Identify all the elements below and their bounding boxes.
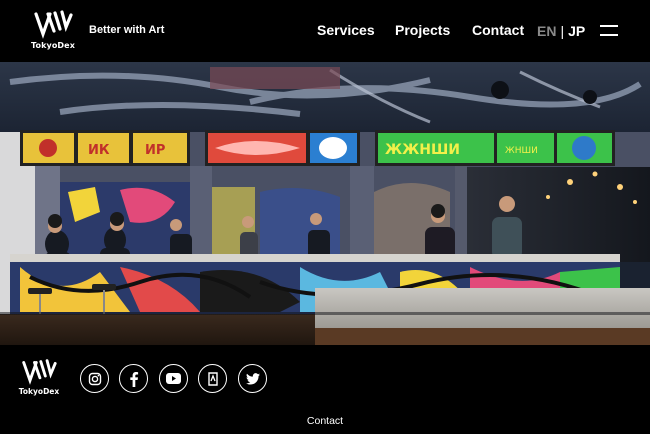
- footer-logo-mark-icon: [22, 359, 57, 385]
- tagline: Better with Art: [89, 24, 165, 36]
- nav-projects-link[interactable]: Projects: [395, 22, 450, 38]
- logo-mark-icon: [34, 10, 73, 39]
- menu-line-bottom: [600, 34, 618, 36]
- footer-tokyodex-logo[interactable]: TokyoDex: [18, 358, 60, 400]
- youtube-icon[interactable]: [159, 364, 188, 393]
- lang-jp-link[interactable]: JP: [568, 23, 585, 39]
- twitter-icon[interactable]: [238, 364, 267, 393]
- tokyodex-logo[interactable]: TokyoDex: [30, 9, 76, 53]
- hamburger-menu-icon[interactable]: [600, 23, 618, 37]
- svg-text:ЖЖНШИ: ЖЖНШИ: [385, 142, 460, 158]
- site-footer: TokyoDex Contact: [0, 345, 650, 434]
- footer-contact-link[interactable]: Contact: [0, 415, 650, 427]
- nav-services-link[interactable]: Services: [317, 22, 375, 38]
- site-header: TokyoDex Better with Art Services Projec…: [0, 0, 650, 62]
- hero-image: ИК ИР ЖЖНШИ ЖНШИ: [0, 62, 650, 345]
- logo-wordmark: TokyoDex: [31, 41, 75, 50]
- footer-logo-wordmark: TokyoDex: [18, 387, 60, 396]
- svg-text:ЖНШИ: ЖНШИ: [505, 146, 538, 156]
- svg-text:ИР: ИР: [145, 143, 165, 158]
- instagram-icon[interactable]: [80, 364, 109, 393]
- lang-separator: |: [560, 23, 565, 39]
- note-icon[interactable]: [198, 364, 227, 393]
- language-switcher: EN | JP: [537, 23, 585, 39]
- svg-text:ИК: ИК: [88, 143, 110, 158]
- restaurant-interior-photo: ИК ИР ЖЖНШИ ЖНШИ: [0, 62, 650, 345]
- menu-line-top: [600, 25, 618, 27]
- facebook-icon[interactable]: [119, 364, 148, 393]
- lang-en-link[interactable]: EN: [537, 23, 556, 39]
- nav-contact-link[interactable]: Contact: [472, 22, 524, 38]
